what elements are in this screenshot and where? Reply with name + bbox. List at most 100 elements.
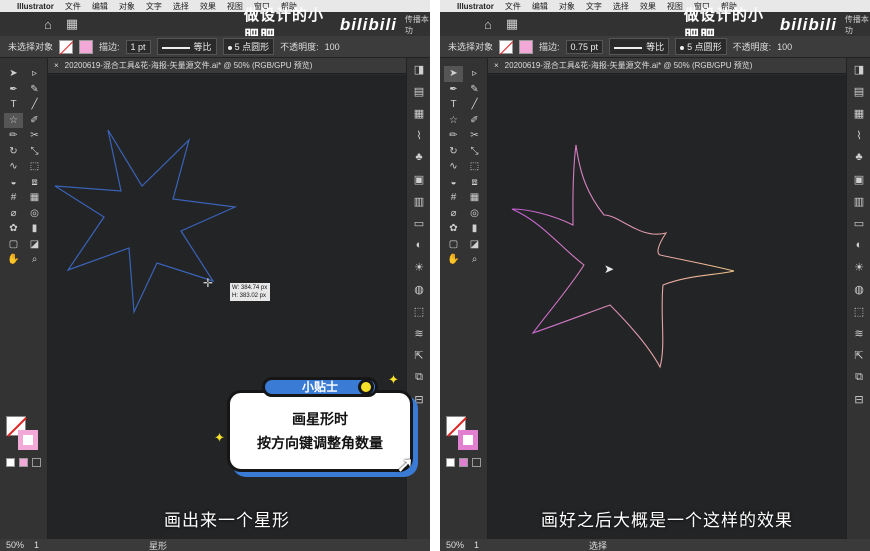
slice-icon[interactable]: ◪: [25, 237, 44, 253]
menu-view[interactable]: 视图: [667, 1, 683, 12]
curvature-icon[interactable]: ✎: [465, 82, 484, 98]
document-tab[interactable]: × 20200619-混合工具&花-海报-矢量源文件.ai* @ 50% (RG…: [48, 58, 406, 74]
selection-icon[interactable]: ➤: [4, 66, 23, 82]
hand-icon[interactable]: ✋: [4, 252, 23, 268]
document-tab[interactable]: × 20200619-混合工具&花-海报-矢量源文件.ai* @ 50% (RG…: [488, 58, 846, 74]
slice-icon[interactable]: ◪: [465, 237, 484, 253]
artboards-icon[interactable]: ⧉: [847, 366, 870, 388]
perspective-icon[interactable]: ⧈: [25, 175, 44, 191]
stroke-swatch[interactable]: [519, 39, 534, 54]
transparency-icon[interactable]: ◐: [847, 234, 870, 256]
flower-shape[interactable]: [511, 144, 735, 369]
zoom-level[interactable]: 50%: [6, 540, 24, 550]
menu-object[interactable]: 对象: [559, 1, 575, 12]
brushes-icon[interactable]: ⌇: [407, 124, 430, 146]
gradient-mode-icon[interactable]: [459, 458, 468, 467]
menu-object[interactable]: 对象: [119, 1, 135, 12]
asset-export-icon[interactable]: ⬚: [407, 300, 430, 322]
swatches-icon[interactable]: ▥: [847, 190, 870, 212]
direct-select-icon[interactable]: ▹: [25, 66, 44, 82]
gradient-panel-icon[interactable]: ▭: [847, 212, 870, 234]
scale-icon[interactable]: ⤡: [25, 144, 44, 160]
brush-definition[interactable]: 5 点圆形: [675, 38, 727, 55]
menu-select[interactable]: 选择: [613, 1, 629, 12]
menu-edit[interactable]: 编辑: [532, 1, 548, 12]
links-icon[interactable]: ⊟: [847, 388, 870, 410]
graphic-styles-icon[interactable]: ▣: [847, 168, 870, 190]
star-icon[interactable]: ☆: [444, 113, 463, 129]
symbol-icon[interactable]: ✿: [444, 221, 463, 237]
blend-icon[interactable]: ◎: [25, 206, 44, 222]
menu-edit[interactable]: 编辑: [92, 1, 108, 12]
export-icon[interactable]: ⇱: [847, 344, 870, 366]
menu-view[interactable]: 视图: [227, 1, 243, 12]
artboard-icon[interactable]: ▢: [4, 237, 23, 253]
brush-icon[interactable]: ✐: [25, 113, 44, 129]
blob-brush-icon[interactable]: ✏: [4, 128, 23, 144]
direct-select-icon[interactable]: ▹: [465, 66, 484, 82]
close-icon[interactable]: ×: [494, 61, 499, 70]
blend-icon[interactable]: ◎: [465, 206, 484, 222]
blob-brush-icon[interactable]: ✏: [444, 128, 463, 144]
appearance-icon[interactable]: ☀: [407, 256, 430, 278]
type-icon[interactable]: T: [4, 97, 23, 113]
gradient-icon[interactable]: ▦: [465, 190, 484, 206]
layers-icon[interactable]: ▤: [407, 80, 430, 102]
libraries-icon[interactable]: ▦: [407, 102, 430, 124]
workspace-icon[interactable]: ▦: [66, 16, 78, 32]
menu-select[interactable]: 选择: [173, 1, 189, 12]
eyedropper-icon[interactable]: ⌀: [444, 206, 463, 222]
variable-width-profile[interactable]: 等比: [156, 38, 217, 55]
fill-stroke-widget[interactable]: [6, 416, 42, 450]
symbol-icon[interactable]: ✿: [4, 221, 23, 237]
opacity-field[interactable]: 100: [777, 42, 792, 52]
scissors-icon[interactable]: ✂: [465, 128, 484, 144]
workspace-icon[interactable]: ▦: [506, 16, 518, 32]
asset-export-icon[interactable]: ⬚: [847, 300, 870, 322]
gradient-icon[interactable]: ▦: [25, 190, 44, 206]
perspective-icon[interactable]: ⧈: [465, 175, 484, 191]
artboards-icon[interactable]: ⧉: [407, 366, 430, 388]
app-name[interactable]: Illustrator: [17, 2, 54, 11]
scissors-icon[interactable]: ✂: [25, 128, 44, 144]
variable-width-profile[interactable]: 等比: [609, 38, 670, 55]
page-number[interactable]: 1: [34, 540, 39, 550]
line-icon[interactable]: ╱: [25, 97, 44, 113]
zoom-icon[interactable]: ⌕: [25, 252, 44, 268]
graph-icon[interactable]: ▮: [25, 221, 44, 237]
rotate-icon[interactable]: ↻: [4, 144, 23, 160]
brush-definition[interactable]: 5 点圆形: [222, 38, 275, 55]
pen-icon[interactable]: ✒: [4, 82, 23, 98]
menu-type[interactable]: 文字: [586, 1, 602, 12]
graphic-styles-icon[interactable]: ▣: [407, 168, 430, 190]
hand-icon[interactable]: ✋: [444, 252, 463, 268]
shape-builder-icon[interactable]: ◒: [4, 175, 23, 191]
stack-icon[interactable]: ≋: [847, 322, 870, 344]
menu-file[interactable]: 文件: [505, 1, 521, 12]
star-icon[interactable]: ☆: [4, 112, 23, 128]
menu-file[interactable]: 文件: [65, 1, 81, 12]
libraries-icon[interactable]: ▦: [847, 102, 870, 124]
artboard-canvas[interactable]: [488, 75, 846, 539]
properties-icon[interactable]: ◨: [407, 58, 430, 80]
close-icon[interactable]: ×: [54, 61, 59, 70]
type-icon[interactable]: T: [444, 97, 463, 113]
fill-swatch[interactable]: [499, 39, 514, 54]
free-transform-icon[interactable]: ⬚: [25, 159, 44, 175]
none-mode-icon[interactable]: [32, 458, 41, 467]
color-mode-icon[interactable]: [6, 458, 15, 467]
brush-icon[interactable]: ✐: [465, 113, 484, 129]
shape-builder-icon[interactable]: ◒: [444, 175, 463, 191]
zoom-icon[interactable]: ⌕: [465, 252, 484, 268]
fill-stroke-widget[interactable]: [446, 416, 482, 450]
layers-icon[interactable]: ▤: [847, 80, 870, 102]
curvature-icon[interactable]: ✎: [25, 82, 44, 98]
scale-icon[interactable]: ⤡: [465, 144, 484, 160]
home-icon[interactable]: ⌂: [44, 17, 52, 32]
line-icon[interactable]: ╱: [465, 97, 484, 113]
stack-icon[interactable]: ≋: [407, 322, 430, 344]
selection-icon[interactable]: ➤: [444, 66, 463, 82]
mesh-icon[interactable]: #: [4, 190, 23, 206]
symbols-icon[interactable]: ♣: [847, 146, 870, 168]
eyedropper-icon[interactable]: ⌀: [4, 206, 23, 222]
